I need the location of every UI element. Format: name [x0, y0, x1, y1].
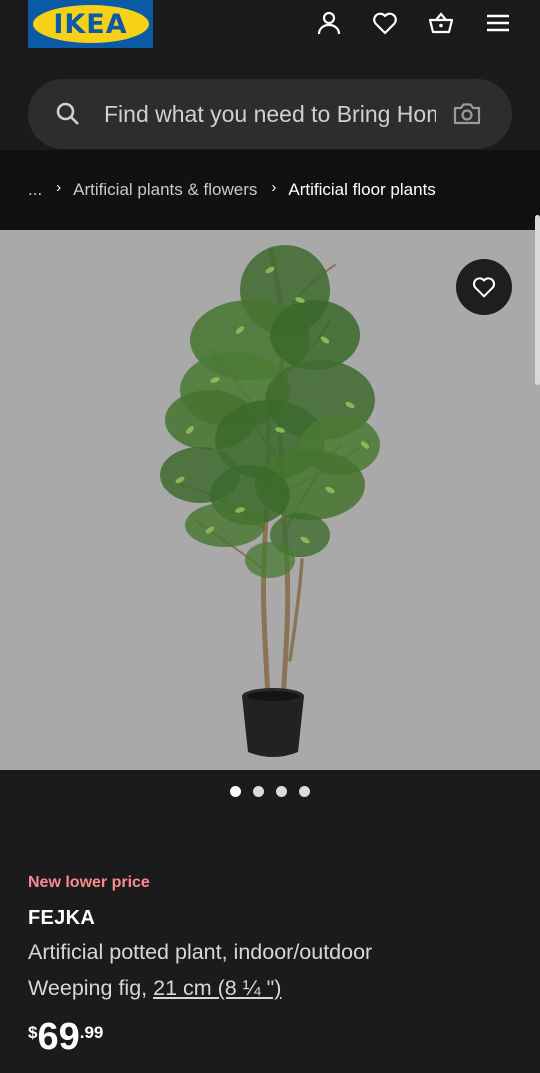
price-integer: 69	[37, 1016, 80, 1058]
camera-icon[interactable]	[452, 99, 482, 129]
product-image-gallery[interactable]	[0, 230, 540, 770]
pagination-dot[interactable]	[230, 786, 241, 797]
price-decimal: .99	[79, 1023, 104, 1042]
plant-pot	[242, 688, 304, 757]
plant-foliage	[160, 245, 380, 578]
chevron-right-icon: ›	[56, 178, 62, 196]
scrollbar[interactable]	[535, 215, 540, 385]
breadcrumb-item-artificial-plants-flowers[interactable]: Artificial plants & flowers	[73, 180, 257, 200]
product-info: New lower price FEJKA Artificial potted …	[28, 872, 518, 1057]
pagination-dot[interactable]	[253, 786, 264, 797]
product-price: $ 69 .99	[28, 1017, 518, 1057]
basket-icon[interactable]	[424, 6, 458, 40]
gallery-pagination	[0, 786, 540, 800]
breadcrumb: ... › Artificial plants & flowers › Arti…	[0, 150, 540, 230]
logo-oval: IKEA	[32, 5, 149, 43]
logo-text: IKEA	[53, 8, 128, 40]
add-to-favourites-button[interactable]	[456, 259, 512, 315]
pagination-dot[interactable]	[299, 786, 310, 797]
menu-icon[interactable]	[481, 6, 515, 40]
product-variant: Weeping fig, 21 cm (8 ¼ ")	[28, 973, 518, 1003]
chevron-right-icon: ›	[271, 178, 277, 196]
search-bar	[28, 79, 512, 149]
header: IKEA	[0, 0, 540, 150]
product-image	[160, 245, 380, 757]
size-link[interactable]: 21 cm (8 ¼ ")	[153, 976, 281, 1000]
ikea-logo[interactable]: IKEA	[28, 0, 153, 48]
heart-icon	[472, 277, 496, 298]
pagination-dot[interactable]	[276, 786, 287, 797]
product-page: IKEA Find what you need to Bring Home ..…	[0, 0, 540, 1073]
heart-icon[interactable]	[368, 6, 402, 40]
product-description: Artificial potted plant, indoor/outdoor	[28, 940, 373, 964]
new-lower-price-badge: New lower price	[28, 874, 150, 891]
product-name: FEJKA	[28, 907, 96, 929]
account-icon[interactable]	[312, 6, 346, 40]
breadcrumb-ellipsis[interactable]: ...	[28, 180, 42, 200]
search-input[interactable]	[104, 97, 436, 131]
breadcrumb-item-current[interactable]: Artificial floor plants	[288, 180, 435, 200]
price-currency: $	[28, 1023, 38, 1042]
variant-name: Weeping fig,	[28, 976, 154, 1000]
search-icon[interactable]	[54, 100, 82, 128]
